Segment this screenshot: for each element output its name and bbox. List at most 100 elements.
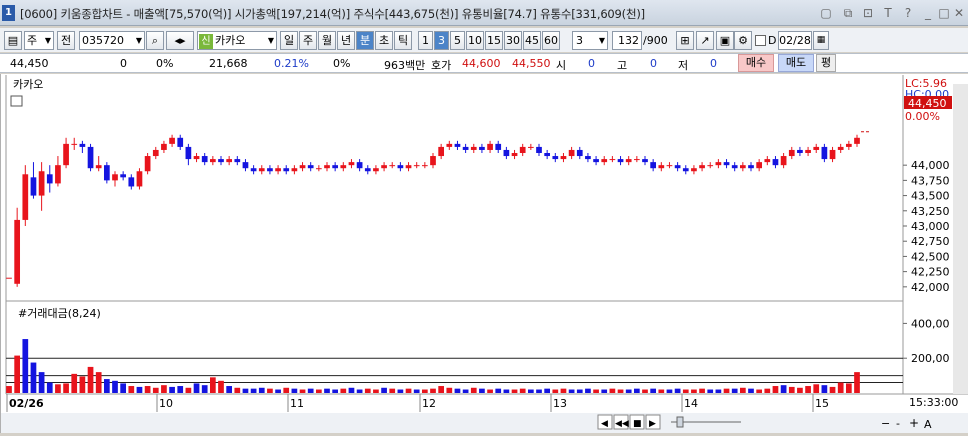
- candle-body: [291, 168, 298, 172]
- volume-bar: [103, 379, 110, 393]
- tools-icon[interactable]: T: [880, 5, 896, 21]
- chart-svg[interactable]: 카카오 #거래대금(8,24) LC:5.96 HC:0.00 44,450 0…: [1, 74, 968, 433]
- interval-button-60[interactable]: 60: [542, 31, 560, 50]
- d-checkbox[interactable]: [755, 35, 766, 46]
- gear-icon[interactable]: ⚙: [734, 31, 752, 50]
- interval-button-1[interactable]: 1: [418, 31, 433, 50]
- zoom-slider-handle[interactable]: [676, 416, 684, 428]
- volume-bar: [112, 380, 118, 393]
- volume-bar: [519, 388, 526, 393]
- candle-body: [201, 156, 208, 163]
- volume-bar: [772, 386, 779, 393]
- calendar-icon[interactable]: ▦: [813, 31, 829, 50]
- interval-button-3[interactable]: 3: [434, 31, 449, 50]
- volume-bar: [356, 389, 363, 393]
- interval-select[interactable]: 3 ▼: [572, 31, 608, 50]
- candle-body: [576, 149, 583, 157]
- volume-bar: [413, 389, 420, 393]
- period-tab-4[interactable]: 분: [356, 31, 374, 50]
- x-date-label: 02/26: [9, 397, 44, 410]
- candle-body: [837, 146, 844, 150]
- right-scroll-strip[interactable]: [953, 84, 968, 394]
- volume-bar: [267, 388, 273, 393]
- pin-icon[interactable]: ▢: [818, 5, 834, 21]
- sell-button[interactable]: 매도: [778, 54, 814, 72]
- candle-body: [112, 174, 118, 181]
- volume-bar: [585, 388, 591, 393]
- interval-button-30[interactable]: 30: [504, 31, 522, 50]
- volume-bar: [218, 380, 224, 393]
- buy-button[interactable]: 매수: [738, 54, 774, 72]
- restore-icon[interactable]: ⧉: [840, 5, 856, 21]
- volume-bar: [128, 386, 135, 393]
- zoom-out-icon[interactable]: −: [881, 417, 890, 430]
- volume-bar: [405, 388, 412, 393]
- volume-bar: [283, 387, 290, 393]
- period-tab-2[interactable]: 월: [318, 31, 336, 50]
- volume-bar: [593, 389, 599, 393]
- help-icon[interactable]: ?: [900, 5, 916, 21]
- chart-toolbar: ▤ 주 ▼ 전 035720 ▼ ⌕ ◂▸ 신 카카오 ▼ 3 ▼ 132 /900 ⊞ …: [0, 28, 968, 52]
- period-tab-0[interactable]: 일: [280, 31, 298, 50]
- candle-body: [364, 168, 371, 172]
- x-date-label: 12: [422, 397, 436, 410]
- interval-button-15[interactable]: 15: [485, 31, 503, 50]
- volume-bar: [71, 373, 78, 393]
- stock-name-value: 카카오: [215, 34, 246, 47]
- volume-bar: [291, 388, 298, 393]
- candle-body: [674, 165, 681, 169]
- draw-icon[interactable]: ↗: [696, 31, 714, 50]
- audio-icon[interactable]: ◂▸: [166, 31, 194, 50]
- window-title: [0600] 키움종합차트 - 매출액[75,570(억)] 시가총액[197,…: [20, 7, 645, 21]
- x-date-label: 10: [159, 397, 173, 410]
- chart-grid-icon[interactable]: [10, 95, 23, 107]
- interval-button-10[interactable]: 10: [466, 31, 484, 50]
- zoom-in-icon[interactable]: +: [909, 416, 919, 430]
- volume-bar: [201, 385, 208, 393]
- chevron-down-icon: ▼: [135, 36, 142, 45]
- search-icon[interactable]: ⌕: [146, 31, 164, 50]
- market-select[interactable]: 주 ▼: [24, 31, 54, 50]
- candle-body: [71, 143, 78, 145]
- volume-bar: [209, 377, 216, 393]
- volume-bar: [748, 388, 754, 393]
- candle-body: [6, 277, 12, 279]
- link-icon[interactable]: ⊡: [860, 5, 876, 21]
- interval-button-5[interactable]: 5: [450, 31, 465, 50]
- volume-bar: [845, 383, 852, 393]
- volume-bar: [193, 383, 200, 393]
- stock-code-input[interactable]: 035720 ▼: [79, 31, 145, 50]
- interval-button-45[interactable]: 45: [523, 31, 541, 50]
- count-input[interactable]: 132: [612, 31, 642, 50]
- maximize-icon[interactable]: □: [936, 5, 952, 21]
- volume-value: 21,668: [209, 57, 248, 70]
- volume-bar: [568, 389, 575, 393]
- candle-body: [527, 146, 534, 148]
- eval-button[interactable]: 평: [816, 54, 836, 72]
- candle-body: [421, 165, 428, 167]
- save-icon[interactable]: ▣: [716, 31, 734, 50]
- volume-bar: [625, 389, 632, 393]
- candle-body: [617, 159, 624, 163]
- period-tab-1[interactable]: 주: [299, 31, 317, 50]
- scope-button[interactable]: 전: [57, 31, 75, 50]
- volume-bar: [87, 366, 94, 393]
- price-tick-label: 42,750: [911, 235, 950, 248]
- volume-pct: 0.21%: [274, 57, 309, 70]
- volume-bar: [544, 388, 551, 393]
- minimize-icon[interactable]: _: [920, 5, 936, 21]
- close-icon[interactable]: ✕: [951, 5, 967, 21]
- date-input[interactable]: 02/28: [778, 31, 812, 50]
- zoom-separator: -: [896, 417, 900, 430]
- chart-area[interactable]: 카카오 #거래대금(8,24) LC:5.96 HC:0.00 44,450 0…: [0, 74, 968, 433]
- font-size-icon[interactable]: A: [924, 418, 932, 431]
- period-tab-3[interactable]: 년: [337, 31, 355, 50]
- candle-body: [144, 156, 151, 172]
- period-tab-6[interactable]: 틱: [394, 31, 412, 50]
- stock-name-select[interactable]: 신 카카오 ▼: [197, 31, 277, 50]
- change-value: 0: [120, 57, 127, 70]
- menu-icon[interactable]: ▤: [4, 31, 22, 50]
- period-tab-5[interactable]: 초: [375, 31, 393, 50]
- indicator-icon[interactable]: ⊞: [676, 31, 694, 50]
- candle-body: [723, 162, 730, 166]
